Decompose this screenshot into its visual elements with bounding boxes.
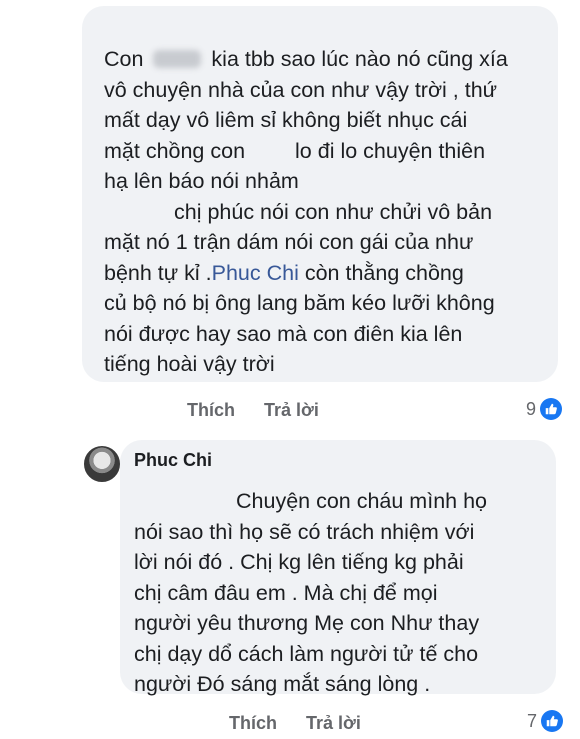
comment-text: còn thằng chồng (298, 260, 464, 285)
comment-line: nói sao thì họ sẽ có trách nhiệm với (134, 519, 475, 544)
comment-line: người yêu thương Mẹ con Như thay (134, 611, 480, 635)
mention-link[interactable]: Phuc Chi (212, 261, 299, 285)
reply-button[interactable]: Trả lời (264, 400, 319, 421)
comment-line: củ bộ nó bị ông lang băm kéo lưỡi không (104, 291, 495, 315)
comment-line: mất dạy vô liêm sỉ không biết nhục cái (104, 108, 468, 132)
reaction-number: 9 (526, 398, 537, 419)
comment-text: bệnh tự kỉ . (104, 260, 212, 285)
like-button[interactable]: Thích (229, 713, 277, 734)
comment-line: chị dạy dổ cách làm người tử tế cho (134, 641, 479, 666)
like-thumb-icon (541, 710, 564, 732)
comment-line: Chuyện con cháu mình họ (236, 489, 487, 513)
comment-bubble-1: Con kia tbb sao lúc nào nó cũng xía vô c… (82, 6, 558, 382)
comment-line: chị phúc nói con như chửi vô bản (174, 199, 493, 224)
comment-line: mặt nó 1 trận dám nói con gái của như (104, 230, 474, 254)
comment-text: kia tbb sao lúc nào nó cũng xía (211, 47, 508, 71)
comment-line: người Đó sáng mắt sáng lòng . (134, 672, 431, 696)
reply-button[interactable]: Trả lời (306, 713, 361, 734)
comment-line: tiếng hoài vậy trời (104, 352, 275, 376)
comment-line: lời nói đó . Chị kg lên tiếng kg phải (134, 550, 464, 574)
comment-line: hạ lên báo nói nhảm (104, 169, 299, 193)
avatar[interactable] (82, 444, 122, 484)
comment-line: nói được hay sao mà con điên kia lên (104, 321, 463, 346)
comment-actions-1: Thích Trả lời (187, 400, 319, 421)
comment-line: mặt chồng con lo đi lo chuyện thiên (104, 136, 538, 167)
comment-actions-2: Thích Trả lời (229, 713, 361, 734)
comment-text: Con (104, 47, 144, 71)
comment-text: mặt chồng con (104, 138, 246, 163)
blurred-name (153, 50, 202, 68)
like-thumb-icon (540, 398, 563, 420)
comment-line: vô chuyện nhà của con như vậy trời , thứ (104, 77, 498, 102)
comment-line: Con kia tbb sao lúc nào nó cũng xía (104, 44, 538, 75)
reaction-count-2[interactable]: 7 (527, 710, 564, 732)
reaction-number: 7 (527, 710, 538, 731)
comment-line: chị câm đâu em . Mà chị để mọi (134, 580, 438, 605)
comment-bubble-2: Phuc Chi Chuyện con cháu mình họ nói sao… (120, 440, 556, 696)
reaction-count-1[interactable]: 9 (526, 398, 563, 420)
comment-author[interactable]: Phuc Chi (134, 448, 540, 472)
comment-text: lo đi lo chuyện thiên (295, 138, 486, 163)
comment-line: bệnh tự kỉ .Phuc Chi còn thằng chồng (104, 258, 538, 289)
like-button[interactable]: Thích (187, 400, 235, 421)
